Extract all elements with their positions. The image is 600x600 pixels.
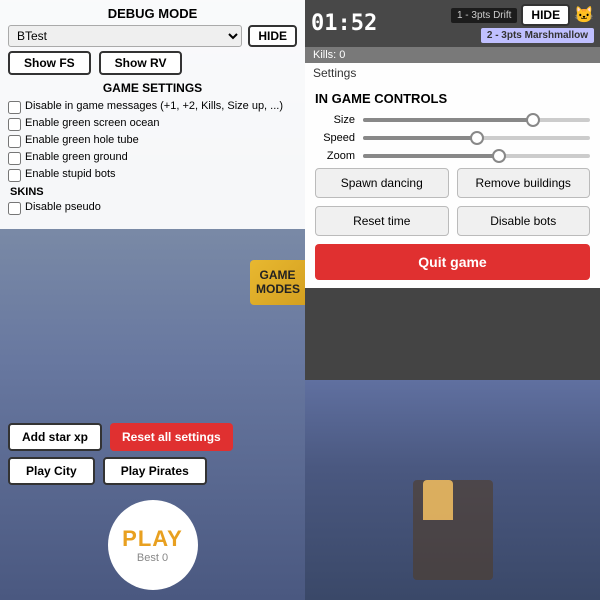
checkbox-list-2: Disable pseudo <box>8 200 297 215</box>
debug-overlay: DEBUG MODE BTest HIDE Show FS Show RV GA… <box>0 0 305 229</box>
size-slider-track <box>363 118 590 122</box>
spawn-dancing-button[interactable]: Spawn dancing <box>315 168 449 198</box>
checkbox-green-tube[interactable] <box>8 135 21 148</box>
in-game-controls: IN GAME CONTROLS Size Speed Zoom <box>305 83 600 288</box>
avatar-element <box>423 480 453 520</box>
play-city-button[interactable]: Play City <box>8 457 95 485</box>
show-rv-button[interactable]: Show RV <box>99 51 183 75</box>
list-item: Enable green ground <box>8 150 297 165</box>
drift-badge: 1 - 3pts Drift <box>451 8 517 23</box>
right-panel: 01:52 1 - 3pts Drift HIDE 🐱 2 - 3pts Mar… <box>305 0 600 600</box>
show-fs-button[interactable]: Show FS <box>8 51 91 75</box>
checkbox-label: Enable green screen ocean <box>25 116 160 130</box>
checkbox-label: Enable green ground <box>25 150 128 164</box>
speed-slider-fill <box>363 136 477 140</box>
speed-slider-track <box>363 136 590 140</box>
add-star-xp-button[interactable]: Add star xp <box>8 423 102 451</box>
debug-dropdown[interactable]: BTest <box>8 25 242 47</box>
city-pirates-row: Play City Play Pirates <box>8 457 233 485</box>
zoom-slider-fill <box>363 154 499 158</box>
list-item: Disable pseudo <box>8 200 297 215</box>
disable-bots-button[interactable]: Disable bots <box>457 206 591 236</box>
kills-row: Kills: 0 <box>305 47 600 63</box>
game-settings-title: GAME SETTINGS <box>8 81 297 95</box>
checkbox-label: Disable in game messages (+1, +2, Kills,… <box>25 99 283 113</box>
settings-bar: Settings <box>305 63 600 83</box>
quit-game-button[interactable]: Quit game <box>315 244 590 280</box>
checkbox-label: Enable green hole tube <box>25 133 139 147</box>
checkbox-disable-messages[interactable] <box>8 101 21 114</box>
size-slider-thumb[interactable] <box>526 113 540 127</box>
right-overlay: 01:52 1 - 3pts Drift HIDE 🐱 2 - 3pts Mar… <box>305 0 600 288</box>
list-item: Enable stupid bots <box>8 167 297 182</box>
reset-time-button[interactable]: Reset time <box>315 206 449 236</box>
size-slider-fill <box>363 118 533 122</box>
list-item: Disable in game messages (+1, +2, Kills,… <box>8 99 297 114</box>
best-label: Best 0 <box>137 552 168 564</box>
kills-label: Kills: 0 <box>313 49 345 61</box>
zoom-slider-track <box>363 154 590 158</box>
list-item: Enable green hole tube <box>8 133 297 148</box>
action-row: Add star xp Reset all settings <box>8 423 233 451</box>
size-label: Size <box>315 114 355 126</box>
checkbox-label: Enable stupid bots <box>25 167 116 181</box>
play-pirates-button[interactable]: Play Pirates <box>103 457 207 485</box>
skins-label: SKINS <box>10 186 297 198</box>
top-right-hud: 1 - 3pts Drift HIDE 🐱 2 - 3pts Marshmall… <box>451 4 594 43</box>
bottom-buttons: Add star xp Reset all settings Play City… <box>8 423 233 485</box>
list-item: Enable green screen ocean <box>8 116 297 131</box>
hide-button-left[interactable]: HIDE <box>248 25 297 47</box>
show-buttons-row: Show FS Show RV <box>8 51 297 75</box>
checkbox-list: Disable in game messages (+1, +2, Kills,… <box>8 99 297 182</box>
checkbox-disable-pseudo[interactable] <box>8 202 21 215</box>
game-modes-badge[interactable]: GAMEMODES <box>250 260 305 305</box>
debug-title: DEBUG MODE <box>8 6 297 21</box>
igc-title: IN GAME CONTROLS <box>315 91 590 106</box>
igc-buttons-grid: Spawn dancing Remove buildings Reset tim… <box>315 168 590 236</box>
speed-label: Speed <box>315 132 355 144</box>
remove-buildings-button[interactable]: Remove buildings <box>457 168 591 198</box>
play-button[interactable]: PLAY Best 0 <box>108 500 198 590</box>
top-hud: 01:52 1 - 3pts Drift HIDE 🐱 2 - 3pts Mar… <box>305 0 600 47</box>
size-slider-row: Size <box>315 114 590 126</box>
play-label: PLAY <box>122 526 183 552</box>
left-panel: DEBUG MODE BTest HIDE Show FS Show RV GA… <box>0 0 305 600</box>
speed-slider-row: Speed <box>315 132 590 144</box>
drift-badge-row: 1 - 3pts Drift HIDE 🐱 <box>451 4 594 26</box>
checkbox-stupid-bots[interactable] <box>8 169 21 182</box>
hide-button-right[interactable]: HIDE <box>521 4 570 26</box>
checkbox-label: Disable pseudo <box>25 200 101 214</box>
zoom-label: Zoom <box>315 150 355 162</box>
game-scene <box>305 380 600 600</box>
timer: 01:52 <box>311 11 377 36</box>
marshmallow-badge: 2 - 3pts Marshmallow <box>481 28 594 43</box>
zoom-slider-row: Zoom <box>315 150 590 162</box>
checkbox-green-ground[interactable] <box>8 152 21 165</box>
checkbox-green-ocean[interactable] <box>8 118 21 131</box>
zoom-slider-thumb[interactable] <box>492 149 506 163</box>
speed-slider-thumb[interactable] <box>470 131 484 145</box>
reset-all-settings-button[interactable]: Reset all settings <box>110 423 233 451</box>
debug-row: BTest HIDE <box>8 25 297 47</box>
settings-label: Settings <box>313 66 356 80</box>
